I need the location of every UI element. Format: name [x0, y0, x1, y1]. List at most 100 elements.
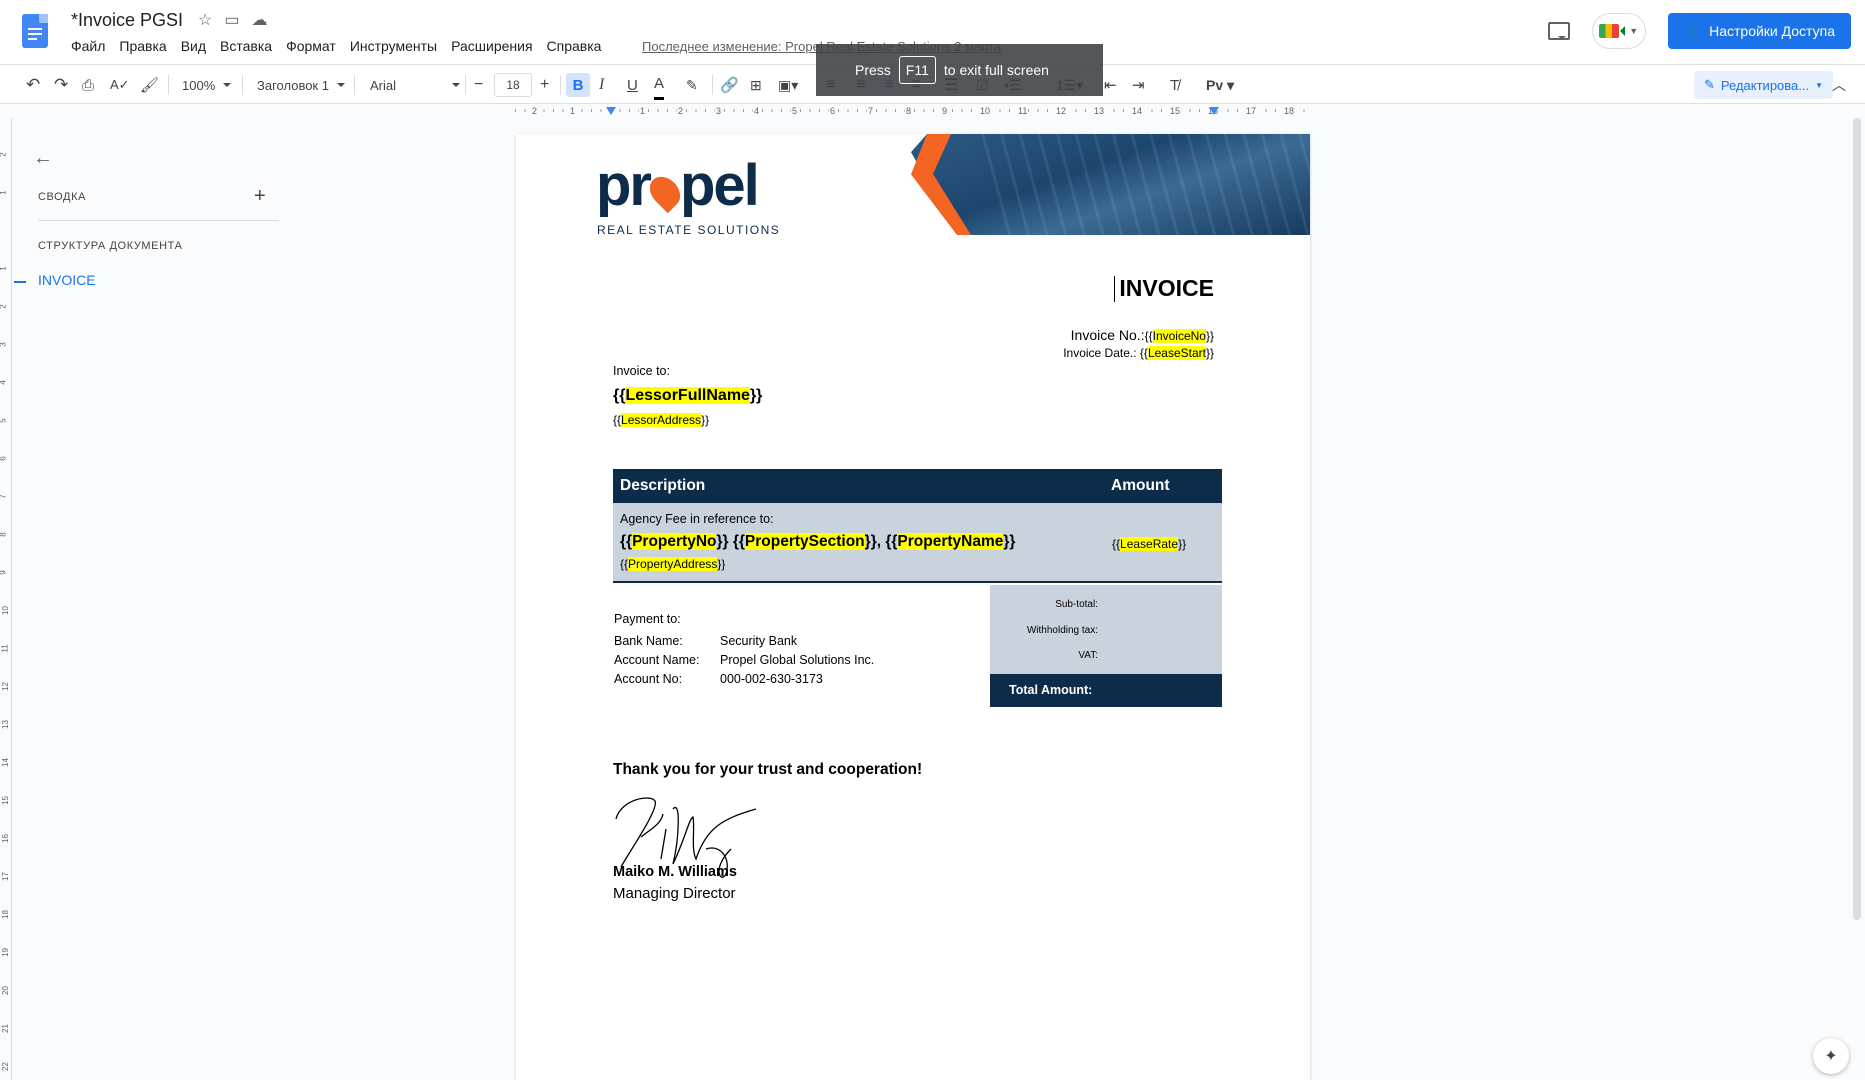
clear-formatting-icon[interactable]: T̸ — [1170, 65, 1179, 105]
pencil-icon: ✎ — [1704, 77, 1715, 92]
payment-value: 000-002-630-3173 — [720, 672, 823, 686]
subtotal-label: Sub-total: — [1055, 599, 1098, 610]
menu-extensions[interactable]: Расширения — [444, 38, 539, 54]
thank-you-text: Thank you for your trust and cooperation… — [613, 761, 923, 778]
move-folder-icon[interactable]: ▭ — [224, 10, 239, 30]
menu-file[interactable]: Файл — [71, 38, 112, 54]
zoom-select[interactable]: 100% — [182, 65, 231, 105]
payment-label: Bank Name: — [614, 634, 683, 648]
items-table-header: Description Amount — [613, 469, 1222, 503]
summary-heading: СВОДКА — [38, 191, 87, 203]
cloud-status-icon[interactable]: ☁ — [251, 10, 267, 30]
decrease-indent-icon[interactable]: ⇤ — [1104, 65, 1117, 105]
star-icon[interactable]: ☆ — [198, 10, 212, 30]
meet-camera-icon — [1599, 24, 1620, 38]
brace: {{ — [613, 413, 622, 427]
ruler-number: 6 — [829, 104, 837, 118]
input-tools-icon[interactable]: Pv ▾ — [1206, 65, 1234, 105]
font-size-wrap: 18 — [494, 65, 532, 105]
vertical-ruler[interactable]: 2 1 1 2 3 4 5 6 7 8 9 10 11 12 13 14 15 … — [0, 118, 12, 1080]
sidebar-divider — [38, 220, 279, 221]
undo-icon[interactable]: ↶ — [26, 65, 40, 105]
property-address-placeholder: PropertyAddress — [628, 557, 718, 571]
title-icons: ☆ ▭ ☁ — [198, 10, 267, 30]
add-summary-button[interactable]: + — [254, 185, 266, 208]
font-size-input[interactable]: 18 — [494, 73, 532, 97]
lease-rate: {{LeaseRate}} — [1112, 537, 1186, 551]
invoice-meta: Invoice No.:{{InvoiceNo}} Invoice Date.:… — [1063, 327, 1214, 362]
menu-view[interactable]: Вид — [174, 38, 213, 54]
vruler-number: 6 — [0, 456, 8, 460]
outline-item-invoice[interactable]: INVOICE — [38, 272, 96, 288]
insert-image-icon[interactable]: ▣▾ — [778, 65, 798, 105]
invoice-title[interactable]: INVOICE — [1119, 275, 1214, 302]
bold-button[interactable]: B — [566, 73, 590, 97]
payment-row: Bank Name: Security Bank — [614, 634, 797, 648]
underline-button[interactable]: U — [627, 65, 638, 105]
vruler-number: 7 — [0, 494, 8, 498]
ruler-number: 13 — [1093, 104, 1106, 118]
brace: }} — [701, 413, 710, 427]
ruler-number: 4 — [753, 104, 761, 118]
redo-icon[interactable]: ↷ — [54, 65, 68, 105]
property-no-placeholder: PropertyNo — [632, 533, 717, 550]
vertical-scrollbar[interactable] — [1853, 118, 1861, 920]
menu-insert[interactable]: Вставка — [213, 38, 279, 54]
add-comment-icon[interactable]: ⊞ — [750, 65, 762, 105]
collapse-menus-icon[interactable]: ︿ — [1832, 65, 1846, 105]
vruler-number: 2 — [0, 304, 8, 308]
ruler-number: 3 — [715, 104, 723, 118]
paint-format-icon[interactable]: 🖌 — [140, 65, 159, 105]
signer-name: Maiko M. Williams — [613, 864, 737, 880]
building-photo — [911, 134, 1310, 235]
decrease-font-size-button[interactable]: − — [474, 65, 483, 105]
person-add-icon: 👤 — [1683, 22, 1702, 39]
menu-format[interactable]: Формат — [279, 38, 343, 54]
vruler-number: 3 — [0, 342, 8, 346]
brace: }} — [717, 557, 726, 571]
ruler-number: 1 — [569, 104, 577, 118]
ruler-number: 2 — [531, 104, 539, 118]
ruler-number: 18 — [1283, 104, 1296, 118]
style-select[interactable]: Заголовок 1 — [257, 65, 345, 105]
document-title[interactable]: *Invoice PGSI — [71, 10, 183, 31]
font-select[interactable]: Arial — [370, 65, 460, 105]
brace: {{ — [1112, 537, 1121, 551]
brace: {{ — [1139, 346, 1148, 360]
menu-edit[interactable]: Правка — [112, 38, 173, 54]
toast-press: Press — [855, 62, 891, 78]
close-outline-arrow-icon[interactable]: ← — [33, 147, 53, 170]
vruler-number: 14 — [0, 758, 10, 767]
text-color-button[interactable]: A — [654, 70, 665, 100]
company-logo: pr pel — [596, 157, 760, 215]
lessor-name-placeholder: LessorFullName — [625, 387, 750, 404]
vruler-number: 20 — [0, 986, 10, 995]
ruler-number: 15 — [1169, 104, 1182, 118]
editing-mode-select[interactable]: ✎ Редактирова... ▼ — [1694, 71, 1834, 99]
highlight-icon[interactable]: ✎ — [686, 65, 698, 105]
link-icon[interactable]: 🔗 — [720, 65, 739, 105]
horizontal-ruler[interactable]: 2 1 1 2 3 4 5 6 7 8 9 10 11 12 13 14 15 … — [515, 104, 1310, 118]
docs-logo-icon[interactable] — [22, 14, 48, 48]
share-button[interactable]: 👤 Настройки Доступа — [1667, 13, 1851, 49]
comments-icon[interactable] — [1547, 22, 1570, 40]
menu-tools[interactable]: Инструменты — [343, 38, 444, 54]
vruler-number: 1 — [0, 190, 8, 194]
print-icon[interactable]: ⎙ — [82, 65, 94, 105]
italic-button[interactable]: I — [599, 65, 604, 105]
logo-text-part: pr — [596, 153, 652, 218]
invoice-no-label: Invoice No.: — [1070, 327, 1145, 343]
table-row: Agency Fee in reference to: {{PropertyNo… — [613, 503, 1222, 583]
header-actions: ▼ 👤 Настройки Доступа — [1547, 13, 1851, 49]
explore-icon[interactable]: ✦ — [1813, 1038, 1849, 1074]
invoice-no-placeholder: InvoiceNo — [1152, 329, 1206, 343]
vruler-number: 16 — [0, 834, 10, 843]
meet-button[interactable]: ▼ — [1591, 13, 1646, 49]
increase-font-size-button[interactable]: + — [540, 65, 549, 105]
menu-help[interactable]: Справка — [540, 38, 609, 54]
brace: }}, {{ — [864, 533, 898, 550]
spellcheck-icon[interactable]: A✓ — [110, 65, 130, 105]
total-amount-row: Total Amount: — [990, 674, 1222, 707]
document-page[interactable]: pr pel REAL ESTATE SOLUTIONS INVOICE Invo… — [516, 134, 1310, 1080]
increase-indent-icon[interactable]: ⇥ — [1132, 65, 1145, 105]
